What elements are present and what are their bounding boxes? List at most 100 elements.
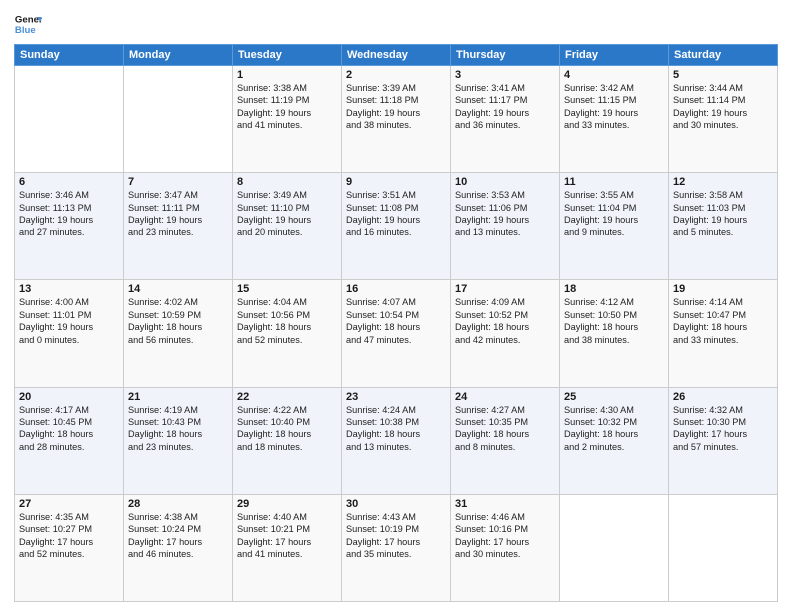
day-number: 13 [19, 283, 119, 295]
cell-daylight-info: Sunrise: 4:32 AM Sunset: 10:30 PM Daylig… [673, 404, 773, 454]
cell-daylight-info: Sunrise: 4:38 AM Sunset: 10:24 PM Daylig… [128, 511, 228, 561]
calendar-cell: 1Sunrise: 3:38 AM Sunset: 11:19 PM Dayli… [233, 66, 342, 173]
weekday-header-saturday: Saturday [669, 45, 778, 66]
logo: General Blue [14, 10, 42, 38]
day-number: 27 [19, 498, 119, 510]
calendar-cell: 29Sunrise: 4:40 AM Sunset: 10:21 PM Dayl… [233, 494, 342, 601]
cell-daylight-info: Sunrise: 3:46 AM Sunset: 11:13 PM Daylig… [19, 189, 119, 239]
calendar-cell: 31Sunrise: 4:46 AM Sunset: 10:16 PM Dayl… [451, 494, 560, 601]
calendar-cell: 24Sunrise: 4:27 AM Sunset: 10:35 PM Dayl… [451, 387, 560, 494]
cell-daylight-info: Sunrise: 4:00 AM Sunset: 11:01 PM Daylig… [19, 296, 119, 346]
cell-daylight-info: Sunrise: 3:51 AM Sunset: 11:08 PM Daylig… [346, 189, 446, 239]
day-number: 24 [455, 391, 555, 403]
calendar-cell: 10Sunrise: 3:53 AM Sunset: 11:06 PM Dayl… [451, 173, 560, 280]
calendar-cell: 9Sunrise: 3:51 AM Sunset: 11:08 PM Dayli… [342, 173, 451, 280]
day-number: 22 [237, 391, 337, 403]
calendar-cell: 18Sunrise: 4:12 AM Sunset: 10:50 PM Dayl… [560, 280, 669, 387]
calendar-cell: 11Sunrise: 3:55 AM Sunset: 11:04 PM Dayl… [560, 173, 669, 280]
calendar-cell: 12Sunrise: 3:58 AM Sunset: 11:03 PM Dayl… [669, 173, 778, 280]
calendar-cell [669, 494, 778, 601]
cell-daylight-info: Sunrise: 4:12 AM Sunset: 10:50 PM Daylig… [564, 296, 664, 346]
cell-daylight-info: Sunrise: 4:43 AM Sunset: 10:19 PM Daylig… [346, 511, 446, 561]
cell-daylight-info: Sunrise: 4:17 AM Sunset: 10:45 PM Daylig… [19, 404, 119, 454]
day-number: 6 [19, 176, 119, 188]
calendar-week-3: 13Sunrise: 4:00 AM Sunset: 11:01 PM Dayl… [15, 280, 778, 387]
cell-daylight-info: Sunrise: 3:55 AM Sunset: 11:04 PM Daylig… [564, 189, 664, 239]
calendar-cell: 3Sunrise: 3:41 AM Sunset: 11:17 PM Dayli… [451, 66, 560, 173]
calendar-cell: 15Sunrise: 4:04 AM Sunset: 10:56 PM Dayl… [233, 280, 342, 387]
calendar-cell: 13Sunrise: 4:00 AM Sunset: 11:01 PM Dayl… [15, 280, 124, 387]
day-number: 23 [346, 391, 446, 403]
day-number: 20 [19, 391, 119, 403]
cell-daylight-info: Sunrise: 3:53 AM Sunset: 11:06 PM Daylig… [455, 189, 555, 239]
day-number: 9 [346, 176, 446, 188]
day-number: 10 [455, 176, 555, 188]
cell-daylight-info: Sunrise: 4:02 AM Sunset: 10:59 PM Daylig… [128, 296, 228, 346]
calendar-cell [15, 66, 124, 173]
calendar-cell: 5Sunrise: 3:44 AM Sunset: 11:14 PM Dayli… [669, 66, 778, 173]
cell-daylight-info: Sunrise: 3:38 AM Sunset: 11:19 PM Daylig… [237, 82, 337, 132]
day-number: 16 [346, 283, 446, 295]
cell-daylight-info: Sunrise: 3:42 AM Sunset: 11:15 PM Daylig… [564, 82, 664, 132]
day-number: 5 [673, 69, 773, 81]
cell-daylight-info: Sunrise: 4:24 AM Sunset: 10:38 PM Daylig… [346, 404, 446, 454]
calendar-week-2: 6Sunrise: 3:46 AM Sunset: 11:13 PM Dayli… [15, 173, 778, 280]
cell-daylight-info: Sunrise: 4:07 AM Sunset: 10:54 PM Daylig… [346, 296, 446, 346]
calendar-cell [124, 66, 233, 173]
day-number: 12 [673, 176, 773, 188]
day-number: 3 [455, 69, 555, 81]
weekday-header-row: SundayMondayTuesdayWednesdayThursdayFrid… [15, 45, 778, 66]
day-number: 14 [128, 283, 228, 295]
weekday-header-wednesday: Wednesday [342, 45, 451, 66]
day-number: 15 [237, 283, 337, 295]
cell-daylight-info: Sunrise: 4:35 AM Sunset: 10:27 PM Daylig… [19, 511, 119, 561]
day-number: 8 [237, 176, 337, 188]
calendar-cell: 2Sunrise: 3:39 AM Sunset: 11:18 PM Dayli… [342, 66, 451, 173]
calendar-week-4: 20Sunrise: 4:17 AM Sunset: 10:45 PM Dayl… [15, 387, 778, 494]
calendar-cell: 20Sunrise: 4:17 AM Sunset: 10:45 PM Dayl… [15, 387, 124, 494]
day-number: 30 [346, 498, 446, 510]
weekday-header-monday: Monday [124, 45, 233, 66]
cell-daylight-info: Sunrise: 4:04 AM Sunset: 10:56 PM Daylig… [237, 296, 337, 346]
weekday-header-sunday: Sunday [15, 45, 124, 66]
day-number: 2 [346, 69, 446, 81]
page-header: General Blue [14, 10, 778, 38]
cell-daylight-info: Sunrise: 3:39 AM Sunset: 11:18 PM Daylig… [346, 82, 446, 132]
day-number: 17 [455, 283, 555, 295]
cell-daylight-info: Sunrise: 4:14 AM Sunset: 10:47 PM Daylig… [673, 296, 773, 346]
cell-daylight-info: Sunrise: 3:49 AM Sunset: 11:10 PM Daylig… [237, 189, 337, 239]
svg-text:Blue: Blue [15, 25, 36, 36]
day-number: 21 [128, 391, 228, 403]
cell-daylight-info: Sunrise: 4:09 AM Sunset: 10:52 PM Daylig… [455, 296, 555, 346]
calendar-cell: 19Sunrise: 4:14 AM Sunset: 10:47 PM Dayl… [669, 280, 778, 387]
cell-daylight-info: Sunrise: 3:44 AM Sunset: 11:14 PM Daylig… [673, 82, 773, 132]
calendar-cell: 21Sunrise: 4:19 AM Sunset: 10:43 PM Dayl… [124, 387, 233, 494]
calendar-week-1: 1Sunrise: 3:38 AM Sunset: 11:19 PM Dayli… [15, 66, 778, 173]
day-number: 25 [564, 391, 664, 403]
cell-daylight-info: Sunrise: 3:47 AM Sunset: 11:11 PM Daylig… [128, 189, 228, 239]
calendar-cell: 22Sunrise: 4:22 AM Sunset: 10:40 PM Dayl… [233, 387, 342, 494]
calendar-cell: 27Sunrise: 4:35 AM Sunset: 10:27 PM Dayl… [15, 494, 124, 601]
cell-daylight-info: Sunrise: 4:46 AM Sunset: 10:16 PM Daylig… [455, 511, 555, 561]
calendar-cell: 30Sunrise: 4:43 AM Sunset: 10:19 PM Dayl… [342, 494, 451, 601]
calendar-table: SundayMondayTuesdayWednesdayThursdayFrid… [14, 44, 778, 602]
calendar-cell [560, 494, 669, 601]
cell-daylight-info: Sunrise: 4:22 AM Sunset: 10:40 PM Daylig… [237, 404, 337, 454]
calendar-cell: 25Sunrise: 4:30 AM Sunset: 10:32 PM Dayl… [560, 387, 669, 494]
svg-text:General: General [15, 14, 42, 25]
weekday-header-friday: Friday [560, 45, 669, 66]
day-number: 19 [673, 283, 773, 295]
calendar-cell: 14Sunrise: 4:02 AM Sunset: 10:59 PM Dayl… [124, 280, 233, 387]
calendar-cell: 23Sunrise: 4:24 AM Sunset: 10:38 PM Dayl… [342, 387, 451, 494]
cell-daylight-info: Sunrise: 3:58 AM Sunset: 11:03 PM Daylig… [673, 189, 773, 239]
cell-daylight-info: Sunrise: 4:19 AM Sunset: 10:43 PM Daylig… [128, 404, 228, 454]
day-number: 18 [564, 283, 664, 295]
cell-daylight-info: Sunrise: 4:40 AM Sunset: 10:21 PM Daylig… [237, 511, 337, 561]
day-number: 4 [564, 69, 664, 81]
weekday-header-thursday: Thursday [451, 45, 560, 66]
calendar-cell: 17Sunrise: 4:09 AM Sunset: 10:52 PM Dayl… [451, 280, 560, 387]
day-number: 28 [128, 498, 228, 510]
day-number: 31 [455, 498, 555, 510]
calendar-cell: 7Sunrise: 3:47 AM Sunset: 11:11 PM Dayli… [124, 173, 233, 280]
cell-daylight-info: Sunrise: 4:30 AM Sunset: 10:32 PM Daylig… [564, 404, 664, 454]
